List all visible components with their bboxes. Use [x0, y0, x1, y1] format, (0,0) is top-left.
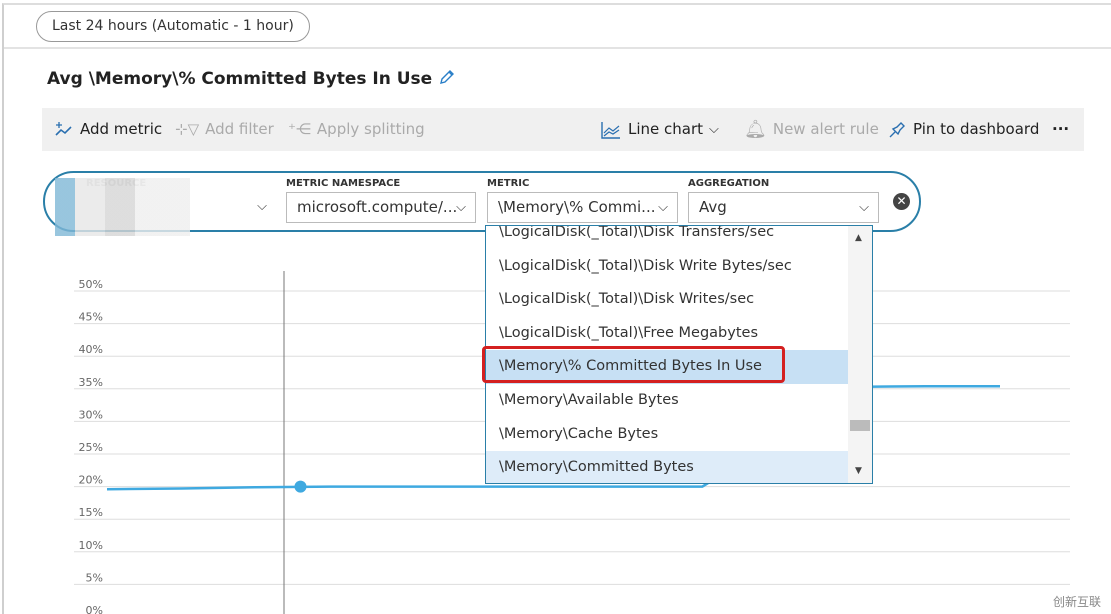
add-metric-icon — [55, 121, 72, 136]
chart-title-text: Avg \Memory\% Committed Bytes In Use — [47, 69, 433, 89]
aggregation-value: Avg — [699, 198, 727, 216]
chevron-down-icon: ⌵ — [709, 122, 719, 137]
namespace-field[interactable]: METRIC NAMESPACE microsoft.compute/... ⌵ — [286, 178, 476, 223]
chevron-down-icon: ⌵ — [658, 200, 668, 215]
metric-option[interactable]: \LogicalDisk(_Total)\Disk Writes/sec — [486, 283, 848, 317]
y-tick-label: 35% — [79, 376, 103, 389]
redacted-resource — [55, 178, 190, 236]
chevron-down-icon: ⌵ — [257, 199, 267, 214]
new-alert-rule-label: New alert rule — [772, 120, 879, 138]
metric-option[interactable]: \LogicalDisk(_Total)\Disk Transfers/sec — [486, 226, 848, 250]
namespace-select[interactable]: microsoft.compute/... ⌵ — [286, 192, 476, 223]
y-tick-label: 30% — [79, 408, 103, 421]
aggregation-field[interactable]: AGGREGATION Avg ⌵ — [688, 178, 879, 223]
scrollbar[interactable]: ▲ ▼ — [848, 226, 872, 483]
toolbar: Add metric ⊹▽ Add filter ⁺⋲ Apply splittin… — [42, 108, 1084, 151]
metric-option[interactable]: \Memory\Committed Bytes — [486, 451, 848, 483]
bell-icon: 🔔︎ — [744, 119, 767, 140]
chevron-down-icon: ⌵ — [859, 200, 869, 215]
add-metric-label: Add metric — [80, 120, 163, 138]
metric-select[interactable]: \Memory\% Commi... ⌵ — [487, 192, 678, 223]
metric-option[interactable]: \Memory\Cache Bytes — [486, 418, 848, 452]
metric-value: \Memory\% Commi... — [498, 198, 656, 216]
y-tick-label: 25% — [79, 441, 103, 454]
splitting-icon: ⁺⋲ — [288, 120, 311, 138]
scroll-down-icon[interactable]: ▼ — [855, 466, 862, 476]
add-metric-button[interactable]: Add metric — [54, 108, 162, 151]
add-filter-button[interactable]: ⊹▽ Add filter — [175, 108, 274, 151]
divider — [4, 47, 1111, 49]
metric-field[interactable]: METRIC \Memory\% Commi... ⌵ — [487, 178, 678, 223]
chart-title[interactable]: Avg \Memory\% Committed Bytes In Use — [47, 68, 456, 89]
time-range-button[interactable]: Last 24 hours (Automatic - 1 hour) — [36, 11, 310, 42]
aggregation-select[interactable]: Avg ⌵ — [688, 192, 879, 223]
scroll-thumb[interactable] — [850, 420, 870, 431]
pin-icon — [889, 121, 905, 137]
remove-metric-icon[interactable]: ✕ — [893, 193, 910, 210]
more-options-button[interactable]: ··· — [1052, 108, 1069, 151]
metric-label: METRIC — [487, 178, 530, 189]
chart-type-label: Line chart — [628, 120, 704, 138]
pin-label: Pin to dashboard — [913, 120, 1040, 138]
y-tick-label: 50% — [79, 278, 103, 291]
metric-option[interactable]: \LogicalDisk(_Total)\Disk Write Bytes/se… — [486, 250, 848, 284]
namespace-value: microsoft.compute/... — [297, 198, 458, 216]
y-tick-label: 40% — [79, 343, 103, 356]
hover-point[interactable] — [294, 480, 307, 493]
apply-splitting-button[interactable]: ⁺⋲ Apply splitting — [288, 108, 425, 151]
pencil-icon[interactable] — [438, 68, 456, 86]
filter-icon: ⊹▽ — [175, 120, 200, 138]
y-tick-label: 10% — [79, 539, 103, 552]
line-chart-icon — [601, 121, 620, 139]
y-tick-label: 45% — [79, 311, 103, 324]
apply-splitting-label: Apply splitting — [316, 120, 425, 138]
y-tick-label: 0% — [86, 604, 103, 614]
chart-type-dropdown[interactable]: Line chart ⌵ — [600, 108, 719, 151]
y-tick-label: 20% — [79, 474, 103, 487]
metric-option[interactable]: \Memory\Available Bytes — [486, 384, 848, 418]
chevron-down-icon: ⌵ — [456, 200, 466, 215]
y-tick-label: 15% — [79, 506, 103, 519]
add-filter-label: Add filter — [205, 120, 274, 138]
aggregation-label: AGGREGATION — [688, 178, 770, 189]
namespace-label: METRIC NAMESPACE — [286, 178, 401, 189]
pin-to-dashboard-button[interactable]: Pin to dashboard — [887, 108, 1039, 151]
watermark: 创新互联 — [1046, 591, 1107, 612]
highlight-annotation — [482, 346, 785, 383]
scroll-up-icon[interactable]: ▲ — [855, 233, 862, 243]
new-alert-rule-button[interactable]: 🔔︎ New alert rule — [744, 108, 879, 151]
y-tick-label: 5% — [86, 571, 103, 584]
